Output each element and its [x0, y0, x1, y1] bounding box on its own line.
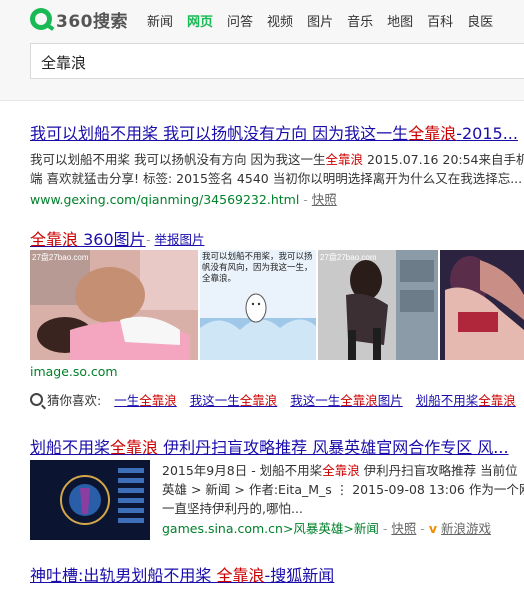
search-result: 神吐槽:出轨男划船不用桨 全靠浪-搜狐新闻 [30, 562, 334, 586]
result-url[interactable]: www.gexing.com/qianming/34569232.html [30, 192, 299, 207]
title-highlight: 全靠浪 [216, 566, 265, 585]
guess-label: 猜你喜欢: [47, 393, 102, 408]
nav-tab-video[interactable]: 视频 [267, 11, 293, 30]
source-link[interactable]: 新浪游戏 [441, 521, 491, 536]
image-thumbnail-2[interactable]: 我可以划船不用桨，我可以扬帆没有风向，因为我这一生，全靠浪。 [200, 250, 316, 360]
result-title-link[interactable]: 我可以划船不用桨 我可以扬帆没有方向 因为我这一生全靠浪-2015... [30, 120, 524, 144]
search-icon [30, 393, 43, 406]
snippet-highlight: 全靠浪 [322, 463, 360, 478]
result-snippet: 我可以划船不用桨 我可以扬帆没有方向 因为我这一生全靠浪 2015.07.16 … [30, 150, 524, 169]
search-input[interactable]: 全靠浪 [30, 43, 524, 79]
title-highlight: 全靠浪 [408, 124, 457, 143]
nav-tab-music[interactable]: 音乐 [347, 11, 373, 30]
title-text: -2015... [456, 124, 518, 143]
image-result-title-link[interactable]: 全靠浪 360图片 [30, 226, 146, 250]
snippet-text: 伊利丹扫盲攻略推荐 当前位 [359, 463, 518, 478]
report-images-link[interactable]: 举报图片 [154, 232, 204, 247]
snippet-text: 我可以划船不用桨 我可以扬帆没有方向 因为我这一生 [30, 152, 326, 167]
search-result: 划船不用桨全靠浪 伊利丹扫盲攻略推荐 风暴英雄官网合作专区 风... [30, 434, 509, 458]
guess-link[interactable]: 一生全靠浪 [114, 393, 177, 408]
snippet-text: 2015.07.16 20:54来自手机 [362, 152, 524, 167]
watermark-text: 27盘27bao.com [32, 252, 89, 262]
poster-image [440, 250, 524, 360]
image-strip: 27盘27bao.com 我可以划船不用桨，我可以扬帆没有风向，因为我这一生，全… [30, 250, 524, 360]
title-text: 伊利丹扫盲攻略推荐 风暴英雄官网合作专区 风... [158, 438, 509, 457]
nav-tab-liangyi[interactable]: 良医 [467, 11, 493, 30]
result-snippet-line2: 英雄 > 新闻 > 作者:Eita_M_s ⋮ 2015-09-08 13:06… [162, 482, 524, 497]
result-snippet: 2015年9月8日 - 划船不用桨全靠浪 伊利丹扫盲攻略推荐 当前位 [162, 461, 524, 480]
guess-text: 我这一生 [189, 393, 240, 408]
nav-tab-images[interactable]: 图片 [307, 11, 333, 30]
logo[interactable]: 360搜索 [30, 6, 128, 32]
separator: - [299, 192, 312, 207]
guess-highlight: 全靠浪 [139, 393, 177, 408]
guess-text: 图片 [377, 393, 403, 408]
nav-tab-qa[interactable]: 问答 [227, 11, 253, 30]
search-result: 我可以划船不用桨 我可以扬帆没有方向 因为我这一生全靠浪-2015... 我可以… [30, 120, 524, 208]
guess-text: 划船不用桨 [415, 393, 479, 408]
photo-office-image: 27盘27bao.com [318, 250, 438, 360]
result-snippet-block: 2015年9月8日 - 划船不用桨全靠浪 伊利丹扫盲攻略推荐 当前位 英雄 > … [162, 461, 524, 537]
photo-people-image: 27盘27bao.com [30, 250, 198, 360]
result-title-link[interactable]: 划船不用桨全靠浪 伊利丹扫盲攻略推荐 风暴英雄官网合作专区 风... [30, 434, 509, 458]
guess-highlight: 全靠浪 [239, 393, 278, 408]
game-screenshot-image [30, 460, 150, 540]
nav-tabs: 新闻 网页 问答 视频 图片 音乐 地图 百科 良医 [147, 11, 507, 30]
result-url[interactable]: games.sina.com.cn>风暴英雄>新闻 [162, 521, 379, 536]
result-url-line: www.gexing.com/qianming/34569232.html - … [30, 189, 524, 208]
image-thumbnail-1[interactable]: 27盘27bao.com [30, 250, 198, 360]
title-text: 360图片 [78, 230, 146, 249]
header-bar: 360搜索 新闻 网页 问答 视频 图片 音乐 地图 百科 良医 全靠浪 [0, 0, 524, 101]
image-source-url[interactable]: image.so.com [30, 364, 118, 379]
logo-icon [30, 8, 52, 30]
snippet-text: 2015年9月8日 - 划船不用桨 [162, 463, 323, 478]
snapshot-link[interactable]: 快照 [391, 521, 416, 536]
result-snippet-line2: 端 喜欢就猛击分享! 标签: 2015签名 4540 当初你以明明选择离开为什么… [30, 171, 523, 186]
nav-tab-baike[interactable]: 百科 [427, 11, 453, 30]
image-thumbnail-3[interactable]: 27盘27bao.com [318, 250, 438, 360]
guess-link[interactable]: 划船不用桨全靠浪 [416, 393, 516, 408]
guess-link[interactable]: 我这一生全靠浪图片 [290, 393, 403, 408]
guess-you-like: 猜你喜欢: 一生全靠浪 我这一生全靠浪 我这一生全靠浪图片 划船不用桨全靠浪 [30, 390, 516, 409]
snippet-highlight: 全靠浪 [325, 152, 363, 167]
result-url-line: games.sina.com.cn>风暴英雄>新闻 - 快照 - v 新浪游戏 [162, 518, 524, 537]
result-thumbnail[interactable] [30, 460, 150, 540]
guess-text: 我这一生 [290, 393, 341, 408]
watermark-text: 27盘27bao.com [320, 252, 377, 262]
title-text: 神吐槽:出轨男划船不用桨 [30, 566, 217, 585]
guess-highlight: 全靠浪 [478, 393, 516, 408]
guess-link[interactable]: 我这一生全靠浪 [190, 393, 278, 408]
image-thumbnail-4[interactable] [440, 250, 524, 360]
title-highlight: 全靠浪 [110, 438, 159, 457]
guess-text: 一生 [114, 393, 140, 408]
nav-tab-web[interactable]: 网页 [187, 11, 213, 30]
nav-tab-news[interactable]: 新闻 [147, 11, 173, 30]
image-result: 全靠浪 360图片 [30, 226, 146, 250]
search-query: 全靠浪 [41, 54, 87, 72]
title-text: 划船不用桨 [30, 438, 111, 457]
nav-tab-map[interactable]: 地图 [387, 11, 413, 30]
meme-caption: 我可以划船不用桨，我可以扬帆没有风向，因为我这一生，全靠浪。 [202, 252, 313, 284]
title-text: 我可以划船不用桨 我可以扬帆没有方向 因为我这一生 [30, 124, 409, 143]
snapshot-link[interactable]: 快照 [312, 192, 337, 207]
logo-text: 360搜索 [56, 11, 128, 32]
guess-highlight: 全靠浪 [340, 393, 378, 408]
separator: - [378, 521, 392, 536]
title-highlight: 全靠浪 [30, 230, 79, 249]
separator: - [416, 521, 429, 536]
result-snippet-line3: 一直坚持伊利丹的,哪怕... [162, 501, 303, 516]
title-text: -搜狐新闻 [264, 566, 335, 585]
report-images: - 举报图片 [146, 229, 205, 248]
result-title-link[interactable]: 神吐槽:出轨男划船不用桨 全靠浪-搜狐新闻 [30, 562, 334, 586]
verified-v-icon: v [428, 521, 438, 536]
